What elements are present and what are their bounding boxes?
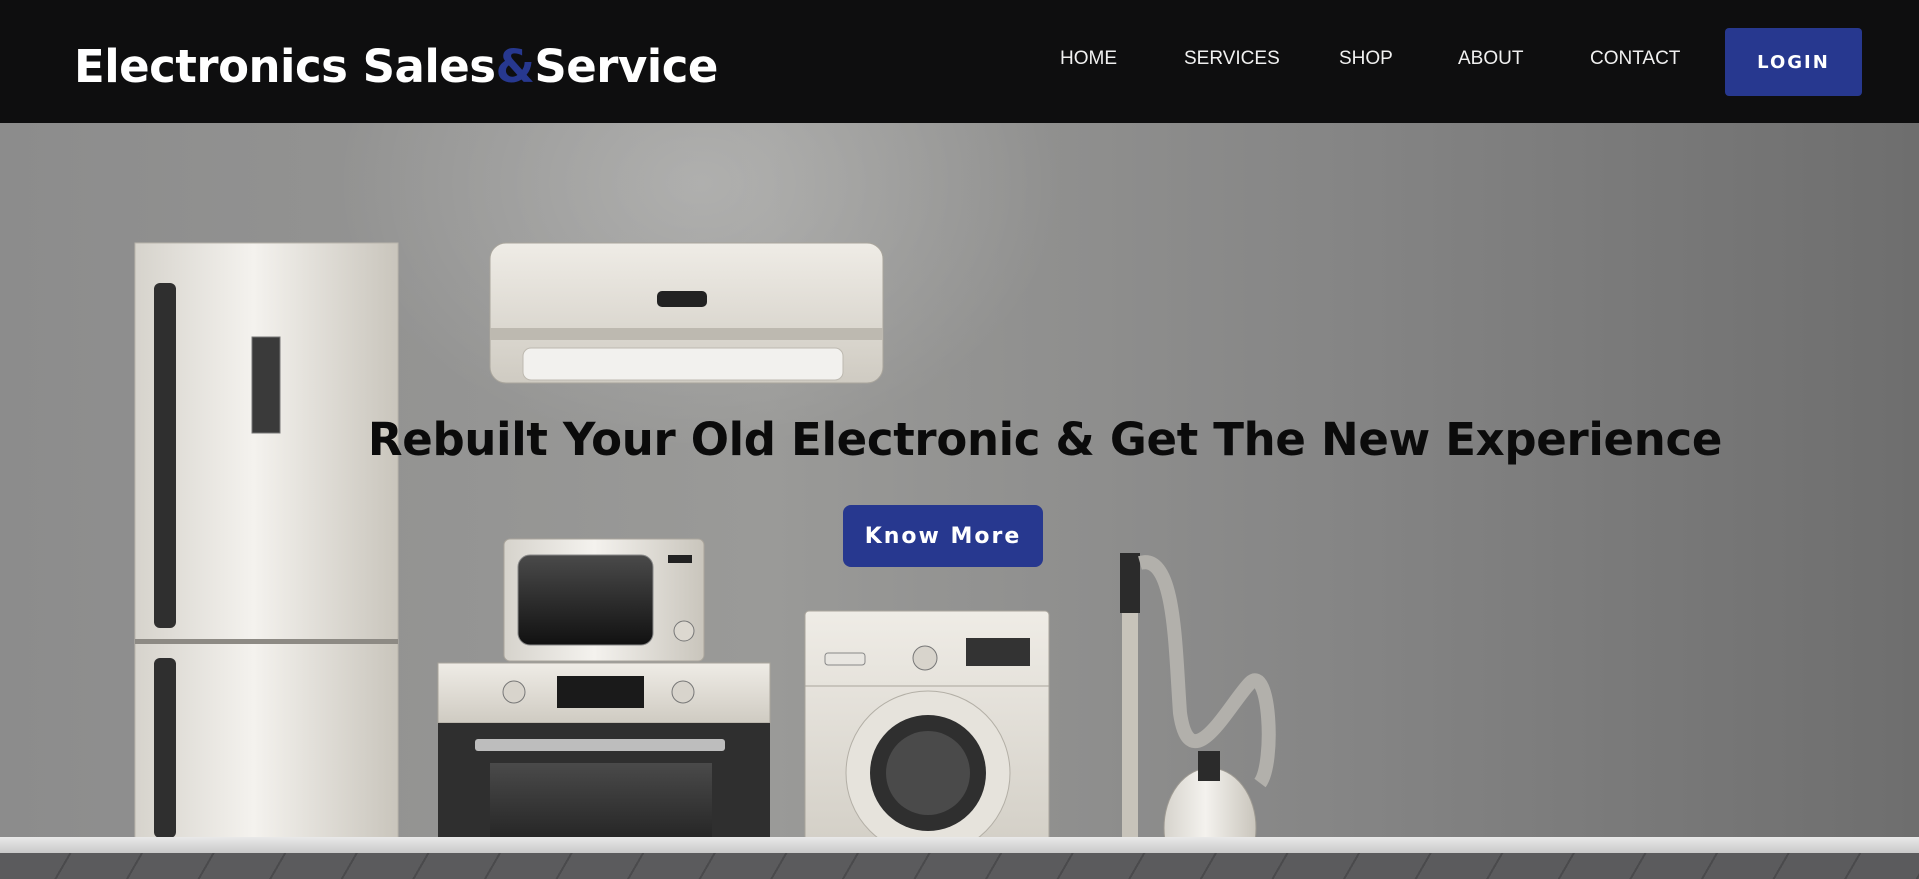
nav-services[interactable]: SERVICES: [1184, 48, 1280, 70]
nav-shop[interactable]: SHOP: [1339, 48, 1393, 70]
nav-contact[interactable]: CONTACT: [1590, 48, 1680, 70]
vacuum-cleaner-icon: [1120, 553, 1276, 879]
refrigerator-icon: [134, 242, 399, 879]
hero-headline: Rebuilt Your Old Electronic & Get The Ne…: [367, 413, 1723, 466]
baseboard: [0, 837, 1919, 853]
login-button[interactable]: LOGIN: [1725, 28, 1862, 96]
know-more-button[interactable]: Know More: [843, 505, 1043, 567]
hero-section: Rebuilt Your Old Electronic & Get The Ne…: [0, 123, 1919, 879]
top-navbar: Electronics Sales&Service HOME SERVICES …: [0, 0, 1919, 123]
floor: [0, 853, 1919, 879]
air-conditioner-icon: [489, 242, 884, 384]
main-nav: HOME SERVICES SHOP ABOUT CONTACT: [0, 0, 1919, 123]
microwave-icon: [503, 538, 705, 662]
nav-home[interactable]: HOME: [1060, 48, 1117, 70]
appliances-illustration: [134, 242, 1276, 879]
nav-about[interactable]: ABOUT: [1458, 48, 1523, 70]
